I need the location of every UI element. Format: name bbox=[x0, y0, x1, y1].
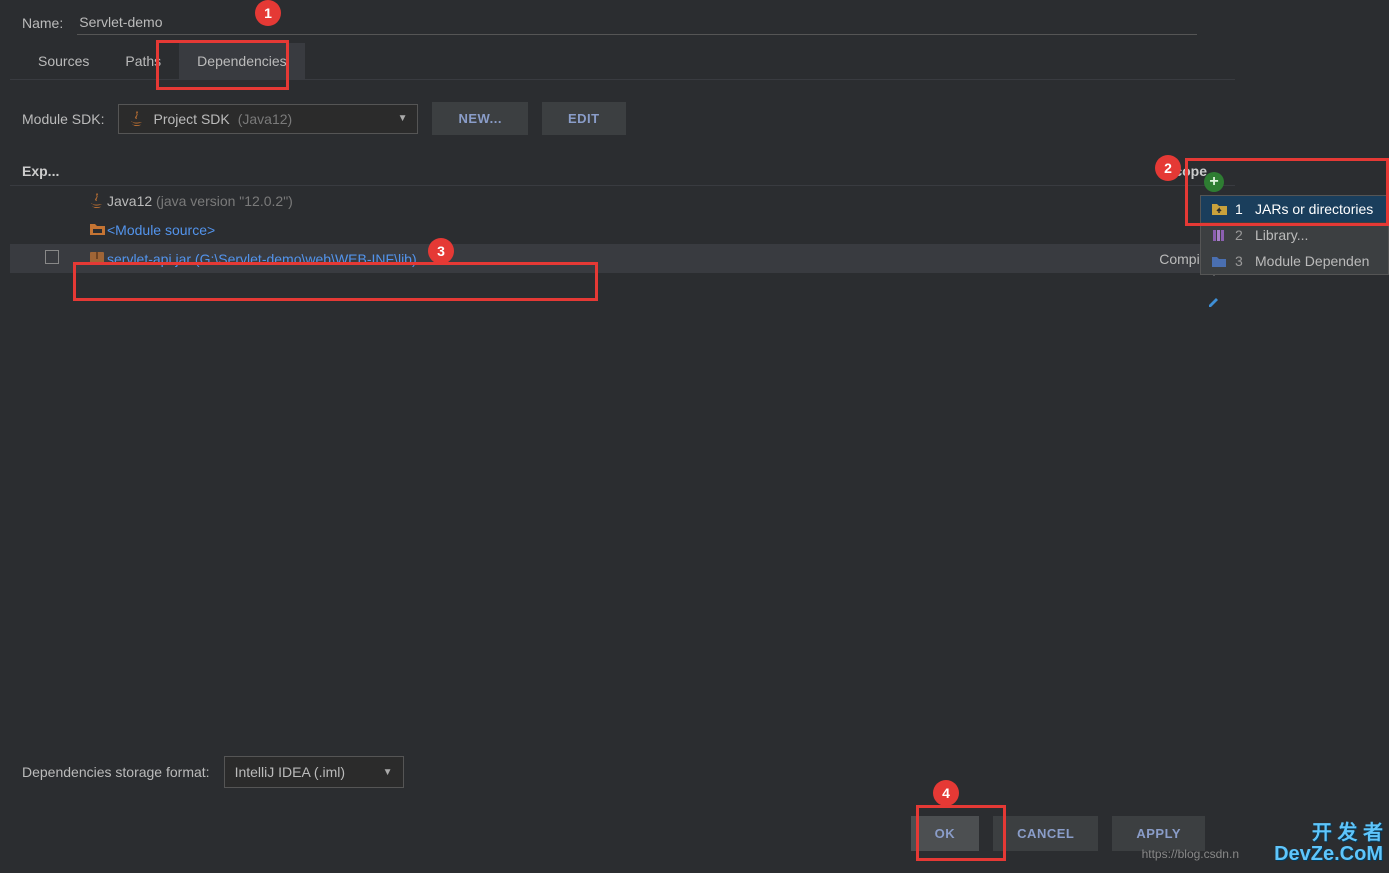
popup-item-label: JARs or directories bbox=[1255, 201, 1373, 217]
tab-sources[interactable]: Sources bbox=[20, 43, 107, 79]
module-sdk-select[interactable]: Project SDK (Java12) ▼ bbox=[118, 104, 418, 134]
watermark-url: https://blog.csdn.n bbox=[1142, 847, 1239, 861]
dialog-footer: OK CANCEL APPLY bbox=[911, 816, 1205, 851]
popup-item-label: Library... bbox=[1255, 227, 1308, 243]
folder-icon bbox=[87, 223, 107, 236]
dep-module-source-link[interactable]: <Module source> bbox=[107, 222, 1223, 238]
dependency-row-servlet-api[interactable]: servlet-api.jar (G:\Servlet-demo\web\WEB… bbox=[10, 244, 1235, 273]
chevron-down-icon: ▼ bbox=[383, 767, 393, 778]
java-icon bbox=[129, 111, 145, 127]
dependency-row-module-source[interactable]: <Module source> bbox=[10, 215, 1235, 244]
folder-up-icon bbox=[1211, 203, 1227, 216]
name-row: Name: bbox=[10, 0, 1235, 43]
storage-format-row: Dependencies storage format: IntelliJ ID… bbox=[22, 756, 404, 788]
edit-dependency-button[interactable] bbox=[1204, 292, 1224, 312]
module-settings-panel: Name: Sources Paths Dependencies Module … bbox=[10, 0, 1235, 873]
archive-icon bbox=[87, 252, 107, 265]
tab-dependencies[interactable]: Dependencies bbox=[179, 43, 305, 79]
annotation-callout: 4 bbox=[933, 780, 959, 806]
sdk-selected-suffix: (Java12) bbox=[238, 111, 292, 127]
tab-paths[interactable]: Paths bbox=[107, 43, 179, 79]
dependency-row-sdk[interactable]: Java12 (java version "12.0.2") bbox=[10, 186, 1235, 215]
storage-format-select[interactable]: IntelliJ IDEA (.iml) ▼ bbox=[224, 756, 404, 788]
library-icon bbox=[1211, 229, 1227, 242]
annotation-callout: 2 bbox=[1155, 155, 1181, 181]
tab-bar: Sources Paths Dependencies bbox=[10, 43, 1235, 80]
cancel-button[interactable]: CANCEL bbox=[993, 816, 1098, 851]
apply-button[interactable]: APPLY bbox=[1112, 816, 1205, 851]
new-sdk-button[interactable]: NEW... bbox=[432, 102, 527, 135]
annotation-callout: 3 bbox=[428, 238, 454, 264]
dep-sdk-text: Java12 (java version "12.0.2") bbox=[107, 193, 1223, 209]
storage-format-label: Dependencies storage format: bbox=[22, 764, 210, 780]
popup-item-library[interactable]: 2 Library... bbox=[1201, 222, 1388, 248]
ok-button[interactable]: OK bbox=[911, 816, 980, 851]
column-export: Exp... bbox=[22, 163, 59, 179]
popup-item-module-dependency[interactable]: 3 Module Dependen bbox=[1201, 248, 1388, 274]
module-name-input[interactable] bbox=[77, 10, 1197, 35]
add-dependency-popup: 1 JARs or directories 2 Library... 3 Mod… bbox=[1200, 195, 1389, 275]
name-label: Name: bbox=[22, 15, 63, 31]
dep-servlet-api-link[interactable]: servlet-api.jar (G:\Servlet-demo\web\WEB… bbox=[107, 251, 1159, 267]
java-icon bbox=[87, 193, 107, 209]
chevron-down-icon: ▼ bbox=[398, 113, 408, 124]
export-checkbox[interactable] bbox=[45, 250, 59, 264]
module-icon bbox=[1211, 255, 1227, 268]
dependencies-list: Java12 (java version "12.0.2") <Module s… bbox=[10, 186, 1235, 273]
popup-item-label: Module Dependen bbox=[1255, 253, 1369, 269]
dependencies-table-header: Exp... Scope bbox=[10, 157, 1235, 186]
edit-sdk-button[interactable]: EDIT bbox=[542, 102, 626, 135]
sdk-selected-name: Project SDK bbox=[153, 111, 229, 127]
annotation-callout: 1 bbox=[255, 0, 281, 26]
module-sdk-label: Module SDK: bbox=[22, 111, 104, 127]
watermark-logo: 开 发 者 DevZe.CoM bbox=[1274, 823, 1383, 865]
add-dependency-button[interactable]: + bbox=[1204, 172, 1224, 192]
popup-item-jars[interactable]: 1 JARs or directories bbox=[1201, 196, 1388, 222]
module-sdk-row: Module SDK: Project SDK (Java12) ▼ NEW..… bbox=[10, 80, 1235, 157]
